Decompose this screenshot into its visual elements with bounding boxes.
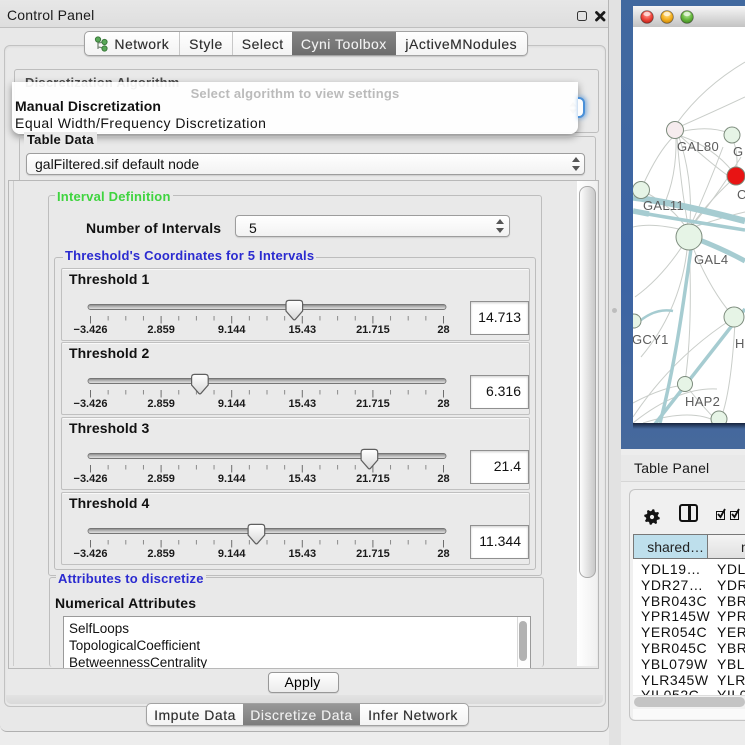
svg-text:−3.426: −3.426 <box>74 548 108 560</box>
svg-text:GAL80: GAL80 <box>677 139 719 154</box>
svg-text:15.43: 15.43 <box>289 324 317 336</box>
svg-text:H: H <box>735 336 745 351</box>
svg-text:C…: C… <box>737 187 745 202</box>
svg-text:28: 28 <box>437 473 449 485</box>
svg-text:28: 28 <box>437 548 449 560</box>
svg-text:28: 28 <box>437 398 449 410</box>
svg-text:21.715: 21.715 <box>356 548 390 560</box>
svg-text:−3.426: −3.426 <box>74 398 108 410</box>
svg-text:GAL4: GAL4 <box>694 252 728 267</box>
svg-text:15.43: 15.43 <box>289 398 317 410</box>
svg-text:HAP2: HAP2 <box>685 394 720 409</box>
svg-text:G…: G… <box>733 144 745 159</box>
svg-text:15.43: 15.43 <box>289 473 317 485</box>
svg-text:21.715: 21.715 <box>356 324 390 336</box>
svg-text:21.715: 21.715 <box>356 473 390 485</box>
svg-text:GAL11: GAL11 <box>643 198 684 213</box>
svg-text:2.859: 2.859 <box>147 324 175 336</box>
svg-text:2.859: 2.859 <box>147 473 175 485</box>
svg-text:9.144: 9.144 <box>218 548 246 560</box>
svg-text:−3.426: −3.426 <box>74 324 108 336</box>
svg-text:28: 28 <box>437 324 449 336</box>
svg-text:2.859: 2.859 <box>147 398 175 410</box>
svg-text:9.144: 9.144 <box>218 473 246 485</box>
svg-text:2.859: 2.859 <box>147 548 175 560</box>
svg-text:9.144: 9.144 <box>218 398 246 410</box>
svg-text:9.144: 9.144 <box>218 324 246 336</box>
svg-text:GCY1: GCY1 <box>633 332 669 347</box>
svg-text:15.43: 15.43 <box>289 548 317 560</box>
svg-text:21.715: 21.715 <box>356 398 390 410</box>
svg-text:−3.426: −3.426 <box>74 473 108 485</box>
